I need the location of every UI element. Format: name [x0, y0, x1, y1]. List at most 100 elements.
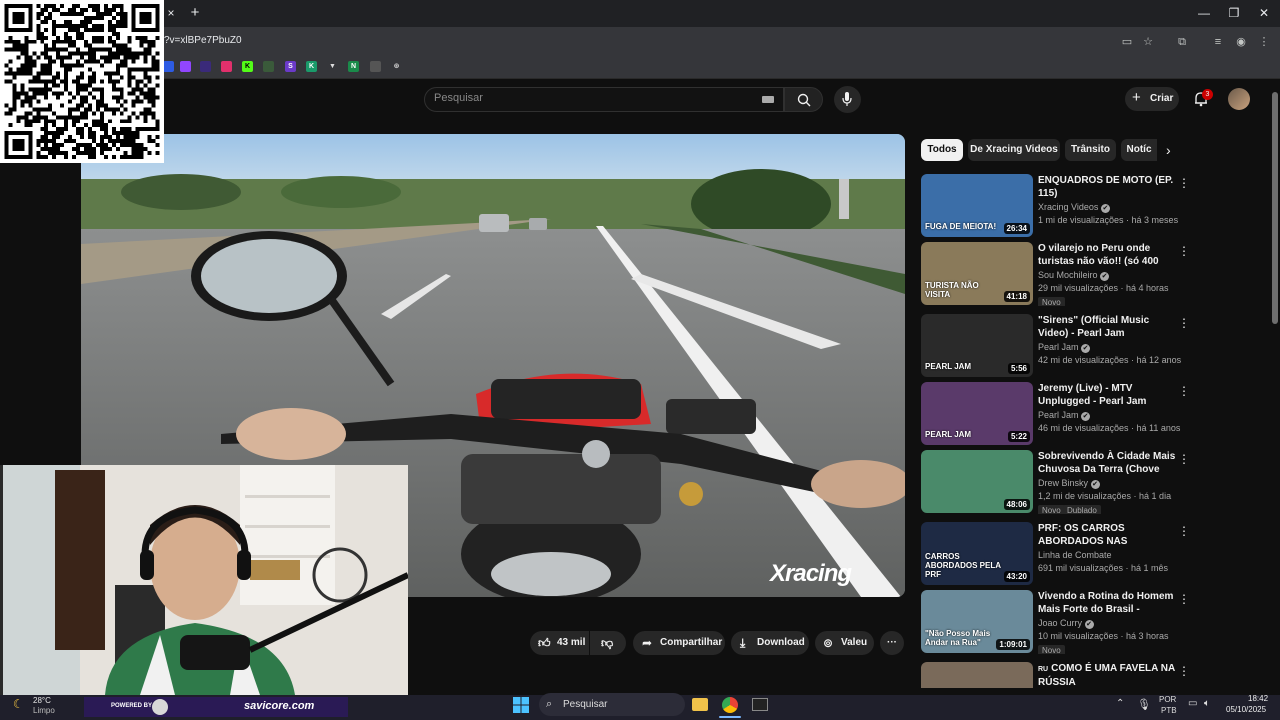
twitch-icon[interactable] — [180, 61, 191, 72]
bookmark-icon[interactable] — [263, 61, 274, 72]
address-bar[interactable]: ?v=xlBPe7PbuZ0 — [164, 35, 242, 46]
video-title-link[interactable]: Sobrevivendo À Cidade Mais Chuvosa Da Te… — [1038, 450, 1178, 476]
kebab-menu-icon[interactable]: ⋮ — [1178, 452, 1190, 466]
thanks-button[interactable]: ⊚ Valeu — [815, 631, 874, 655]
maximize-button[interactable]: ❐ — [1224, 4, 1244, 22]
channel-name-row[interactable]: Pearl Jam ✔ — [1038, 410, 1091, 421]
new-tab-button[interactable]: + — [186, 4, 204, 22]
chevron-right-icon[interactable]: › — [1166, 142, 1171, 158]
chip-transito[interactable]: Trânsito — [1065, 139, 1116, 161]
channel-name-row[interactable]: Linha de Combate — [1038, 550, 1112, 560]
chip-de-xracing[interactable]: De Xracing Videos — [968, 139, 1060, 161]
file-explorer-icon[interactable] — [692, 698, 708, 711]
video-title-link[interactable]: ENQUADROS DE MOTO (EP. 115) — [1038, 174, 1178, 200]
clock-time[interactable]: 18:42 — [1248, 694, 1268, 703]
instagram-icon[interactable] — [221, 61, 232, 72]
search-button[interactable] — [784, 87, 823, 112]
kebab-menu-icon[interactable]: ⋮ — [1178, 664, 1190, 678]
volume-icon[interactable]: 🔈︎ — [1204, 698, 1210, 709]
like-button[interactable]: 👍︎ 43 mil — [530, 631, 589, 655]
channel-watermark: Xracing — [770, 560, 852, 587]
github-icon[interactable]: ⊛ — [391, 61, 402, 72]
recommendation-item[interactable]: CARROS ABORDADOS PELA PRF 43:20 PRF: OS CA… — [921, 522, 1261, 586]
terminal-icon[interactable] — [752, 698, 768, 711]
video-title-link[interactable]: Vivendo a Rotina do Homem Mais Forte do … — [1038, 590, 1178, 616]
recommendation-item[interactable]: PEARL JAM 5:22 Jeremy (Live) - MTV Unplugg… — [921, 382, 1261, 446]
video-thumbnail[interactable]: PEARL JAM 5:56 — [921, 314, 1033, 377]
country-flag: RU — [1038, 666, 1049, 673]
kebab-menu-icon[interactable]: ⋮ — [1178, 316, 1190, 330]
channel-name-row[interactable]: Pearl Jam ✔ — [1038, 342, 1091, 353]
kebab-menu-icon[interactable]: ⋮ — [1178, 592, 1190, 606]
app-icon[interactable] — [370, 61, 381, 72]
recommendation-item[interactable]: 48:06 Sobrevivendo À Cidade Mais Chuvosa … — [921, 450, 1261, 514]
menu-icon[interactable]: ⋮ — [1257, 35, 1271, 49]
channel-name-row[interactable]: Xracing Videos ✔ — [1038, 202, 1110, 213]
bookmark-star-icon[interactable]: ☆ — [1141, 35, 1155, 49]
voice-search-button[interactable] — [834, 86, 861, 113]
channel-name-row[interactable]: Sou Mochileiro ✔ — [1038, 270, 1110, 281]
download-button[interactable]: ⤓ Download — [731, 631, 809, 655]
close-window-button[interactable]: ✕ — [1254, 4, 1274, 22]
sponsor-name: SAVICORE.COM — [244, 700, 315, 712]
video-thumbnail[interactable]: FUGA DE MEIOTA! 26:34 — [921, 174, 1033, 237]
kebab-menu-icon[interactable]: ⋮ — [1178, 524, 1190, 538]
video-thumbnail[interactable]: PEARL JAM 5:22 — [921, 382, 1033, 445]
channel-name-row[interactable]: Joao Curry ✔ — [1038, 618, 1094, 629]
weather-temp[interactable]: 28°C — [33, 696, 51, 705]
video-title-link[interactable]: Jeremy (Live) - MTV Unplugged - Pearl Ja… — [1038, 382, 1178, 408]
k-icon[interactable]: K — [306, 61, 317, 72]
obs-icon[interactable] — [200, 61, 211, 72]
minimize-button[interactable]: — — [1194, 4, 1214, 22]
tab-close-button[interactable]: × — [163, 5, 179, 21]
s-icon[interactable]: S — [285, 61, 296, 72]
video-title-link[interactable]: O vilarejo no Peru onde turistas não vão… — [1038, 242, 1178, 268]
recommendation-item[interactable]: PEARL JAM 5:56 "Sirens" (Official Music Vi… — [921, 314, 1261, 378]
video-thumbnail[interactable]: FAVELA RUSSA — [921, 662, 1033, 688]
avatar[interactable] — [1228, 88, 1250, 110]
video-title: Sobrevivendo À Cidade Mais Chuvosa Da Te… — [1038, 451, 1176, 475]
recommendation-item[interactable]: TURISTA NÃO VISITA 41:18 O vilarejo no Per… — [921, 242, 1261, 306]
video-title-link[interactable]: PRF: OS CARROS ABORDADOS NAS ESTRADAS E … — [1038, 522, 1178, 548]
profile-icon[interactable]: ◉ — [1234, 35, 1248, 49]
video-thumbnail[interactable]: TURISTA NÃO VISITA 41:18 — [921, 242, 1033, 305]
tray-chevron-icon[interactable]: ⌃ — [1116, 698, 1124, 709]
kebab-menu-icon[interactable]: ⋮ — [1178, 244, 1190, 258]
more-actions-button[interactable]: ··· — [880, 631, 904, 655]
kebab-menu-icon[interactable]: ⋮ — [1178, 176, 1190, 190]
cast-icon[interactable]: ▭ — [1120, 35, 1134, 49]
chrome-icon[interactable] — [722, 697, 738, 713]
recommendation-item[interactable]: FAVELA RUSSARUCOMO É UMA FAVELA NA RÚSSI… — [921, 662, 1261, 688]
video-thumbnail[interactable]: 48:06 — [921, 450, 1033, 513]
video-duration: 26:34 — [1003, 223, 1030, 234]
recommendation-item[interactable]: "Não Posso Mais Andar na Rua" 1:09:01 Vive… — [921, 590, 1261, 654]
windows-start-icon[interactable] — [513, 697, 529, 713]
recommendation-item[interactable]: FUGA DE MEIOTA! 26:34 ENQUADROS DE MOTO (E… — [921, 174, 1261, 238]
media-icon[interactable]: ≡ — [1211, 35, 1225, 49]
channel-name-row[interactable]: Drew Binsky ✔ — [1038, 478, 1100, 489]
kebab-menu-icon[interactable]: ⋮ — [1178, 384, 1190, 398]
dislike-button[interactable]: 👎︎ — [590, 631, 626, 655]
kick-icon[interactable]: K — [242, 61, 253, 72]
chip-noticias[interactable]: Notíc — [1121, 139, 1157, 161]
thumbs-up-icon: 👍︎ — [538, 636, 551, 650]
mic-tray-icon[interactable]: 🎙︎ — [1137, 698, 1151, 711]
chip-todos[interactable]: Todos — [921, 139, 963, 161]
video-thumbnail[interactable]: CARROS ABORDADOS PELA PRF 43:20 — [921, 522, 1033, 585]
video-thumbnail[interactable]: "Não Posso Mais Andar na Rua" 1:09:01 — [921, 590, 1033, 653]
video-duration: 43:20 — [1003, 571, 1030, 582]
extensions-icon[interactable]: ⧉ — [1175, 35, 1189, 49]
taskbar-search[interactable] — [539, 693, 685, 716]
scrollbar[interactable] — [1272, 92, 1278, 324]
network-icon[interactable]: ▭ — [1188, 698, 1197, 709]
language-label[interactable]: POR — [1159, 695, 1176, 704]
n-icon[interactable]: N — [348, 61, 359, 72]
keyboard-icon[interactable] — [762, 96, 774, 103]
video-meta: 691 mil visualizações · há 1 mês — [1038, 563, 1169, 573]
video-title-link[interactable]: RU COMO É UMA FAVELA NA RÚSSIA — [1038, 662, 1178, 688]
share-button[interactable]: ➦ Compartilhar — [633, 631, 725, 655]
video-title-link[interactable]: "Sirens" (Official Music Video) - Pearl … — [1038, 314, 1178, 340]
twitch-icon[interactable] — [163, 61, 174, 72]
verified-icon: ✔ — [1100, 272, 1110, 281]
v-icon[interactable]: ▼ — [327, 61, 338, 72]
